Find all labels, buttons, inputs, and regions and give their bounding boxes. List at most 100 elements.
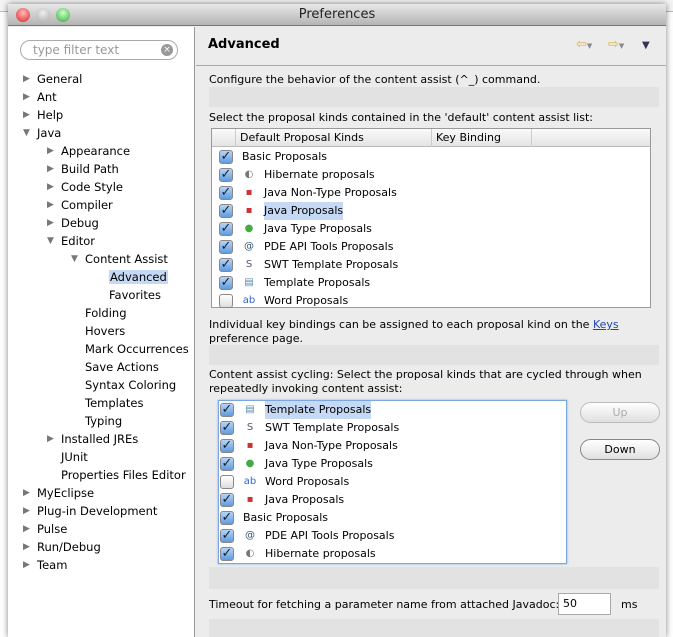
preferences-dialog: Preferences type filter text × ▶ General ▶… [8, 4, 666, 637]
collapsed-arrow-icon[interactable]: ▶ [23, 557, 30, 574]
checkbox[interactable]: ✓ [219, 204, 233, 218]
list-item-label: Word Proposals [264, 294, 349, 307]
tree-item[interactable]: ▶ Team [23, 557, 67, 574]
spacer [209, 619, 659, 637]
down-button[interactable]: Down [580, 439, 660, 460]
tree-item[interactable]: ▶ Appearance [47, 143, 130, 160]
tree-item[interactable]: Folding [85, 305, 127, 322]
tree-item[interactable]: Typing [85, 413, 122, 430]
tree-item[interactable]: Mark Occurrences [85, 341, 189, 358]
tree-item[interactable]: ▶ Installed JREs [47, 431, 138, 448]
tree-item[interactable]: ▶ Code Style [47, 179, 123, 196]
checkbox[interactable]: ✓ [219, 150, 233, 164]
tree-item[interactable]: ▼ Editor [47, 233, 95, 250]
expanded-arrow-icon[interactable]: ▼ [47, 233, 54, 250]
column-check[interactable] [212, 129, 236, 147]
tree-item-label: Java [37, 126, 62, 140]
cycling-label: Content assist cycling: Select the propo… [209, 368, 642, 381]
collapsed-arrow-icon[interactable]: ▶ [47, 431, 54, 448]
collapsed-arrow-icon[interactable]: ▶ [47, 215, 54, 232]
tree-item-label: Folding [85, 306, 127, 320]
checkbox[interactable]: ✓ [220, 403, 234, 417]
checkbox[interactable]: ✓ [220, 511, 234, 525]
tree-item-label: Hovers [85, 324, 126, 338]
checkbox[interactable]: ✓ [220, 493, 234, 507]
checkbox[interactable]: ✓ [220, 529, 234, 543]
cycling-proposal-list[interactable]: ✓ ▤ Template Proposals ✓ S SWT Template Propo… [218, 400, 567, 564]
tree-item[interactable]: JUnit [61, 449, 88, 466]
collapsed-arrow-icon[interactable]: ▶ [47, 179, 54, 196]
tree-item[interactable]: ▶ Pulse [23, 521, 67, 538]
up-button[interactable]: Up [580, 402, 660, 423]
tree-item[interactable]: ▶ Compiler [47, 197, 113, 214]
tree-item[interactable]: Syntax Coloring [85, 377, 176, 394]
tree-item[interactable]: ▶ Plug-in Development [23, 503, 157, 520]
default-list-label: Select the proposal kinds contained in t… [209, 111, 593, 124]
tree-item[interactable]: ▶ Build Path [47, 161, 119, 178]
collapsed-arrow-icon[interactable]: ▶ [23, 503, 30, 520]
column-key-binding[interactable]: Key Binding [432, 129, 532, 147]
collapsed-arrow-icon[interactable]: ▶ [23, 89, 30, 106]
list-item-label: PDE API Tools Proposals [265, 529, 395, 542]
checkbox[interactable]: ✓ [220, 457, 234, 471]
checkbox[interactable]: ✓ [219, 222, 233, 236]
tree-item[interactable]: Advanced [109, 269, 168, 286]
collapsed-arrow-icon[interactable]: ▶ [47, 161, 54, 178]
column-default-proposal-kinds[interactable]: Default Proposal Kinds [236, 129, 432, 147]
zoom-button[interactable] [56, 8, 70, 22]
java-icon: ▪ [245, 205, 253, 216]
collapsed-arrow-icon[interactable]: ▶ [23, 521, 30, 538]
forward-icon[interactable]: ⇨▼ [608, 37, 624, 52]
keys-link[interactable]: Keys [593, 318, 619, 331]
checkbox[interactable]: ✓ [220, 547, 234, 561]
page-title: Advanced [208, 37, 280, 52]
checkbox[interactable]: ✓ [219, 276, 233, 290]
collapsed-arrow-icon[interactable]: ▶ [23, 107, 30, 124]
clear-filter-icon[interactable]: × [161, 44, 173, 56]
checkbox[interactable]: ✓ [219, 186, 233, 200]
tree-item-label: Ant [37, 90, 57, 104]
checkbox[interactable]: ✓ [219, 258, 233, 272]
timeout-unit: ms [621, 598, 638, 611]
tree-item[interactable]: ▼ Content Assist [71, 251, 168, 268]
collapsed-arrow-icon[interactable]: ▶ [23, 539, 30, 556]
checkbox[interactable] [220, 475, 234, 489]
tree-item-label: Debug [61, 216, 99, 230]
tree-item[interactable]: ▶ MyEclipse [23, 485, 94, 502]
keys-note-2: preference page. [209, 332, 303, 345]
list-item-label: Java Non-Type Proposals [264, 186, 397, 199]
close-button[interactable] [16, 8, 30, 22]
default-proposal-table[interactable]: Default Proposal Kinds Key Binding ✓ Basi… [211, 128, 651, 308]
tree-item[interactable]: ▶ Debug [47, 215, 99, 232]
tree-item[interactable]: ▶ Help [23, 107, 63, 124]
filter-input[interactable]: type filter text × [20, 40, 178, 60]
expanded-arrow-icon[interactable]: ▼ [71, 251, 78, 268]
checkbox[interactable]: ✓ [219, 240, 233, 254]
tree-item[interactable]: Hovers [85, 323, 125, 340]
checkbox[interactable]: ✓ [220, 439, 234, 453]
back-icon[interactable]: ⇦▼ [576, 37, 592, 52]
tree-item[interactable]: ▶ Ant [23, 89, 57, 106]
tree-item[interactable]: Favorites [109, 287, 161, 304]
tree-item[interactable]: Save Actions [85, 359, 159, 376]
minimize-button[interactable] [36, 8, 50, 22]
tree-item[interactable]: ▶ General [23, 71, 82, 88]
collapsed-arrow-icon[interactable]: ▶ [23, 485, 30, 502]
checkbox[interactable] [219, 294, 233, 308]
timeout-input[interactable]: 50 [558, 593, 611, 615]
tree-item-label: JUnit [61, 450, 88, 464]
expanded-arrow-icon[interactable]: ▼ [23, 125, 30, 142]
tree-item-label: Build Path [61, 162, 119, 176]
tree-item[interactable]: Properties Files Editor [61, 467, 186, 484]
checkbox[interactable]: ✓ [220, 421, 234, 435]
tree-item-label: Code Style [61, 180, 123, 194]
tree-item[interactable]: ▼ Java [23, 125, 62, 142]
view-menu-icon[interactable]: ▼ [642, 40, 650, 51]
java-icon: ▪ [246, 494, 254, 505]
collapsed-arrow-icon[interactable]: ▶ [47, 197, 54, 214]
collapsed-arrow-icon[interactable]: ▶ [23, 71, 30, 88]
checkbox[interactable]: ✓ [219, 168, 233, 182]
tree-item[interactable]: ▶ Run/Debug [23, 539, 101, 556]
collapsed-arrow-icon[interactable]: ▶ [47, 143, 54, 160]
tree-item[interactable]: Templates [85, 395, 143, 412]
